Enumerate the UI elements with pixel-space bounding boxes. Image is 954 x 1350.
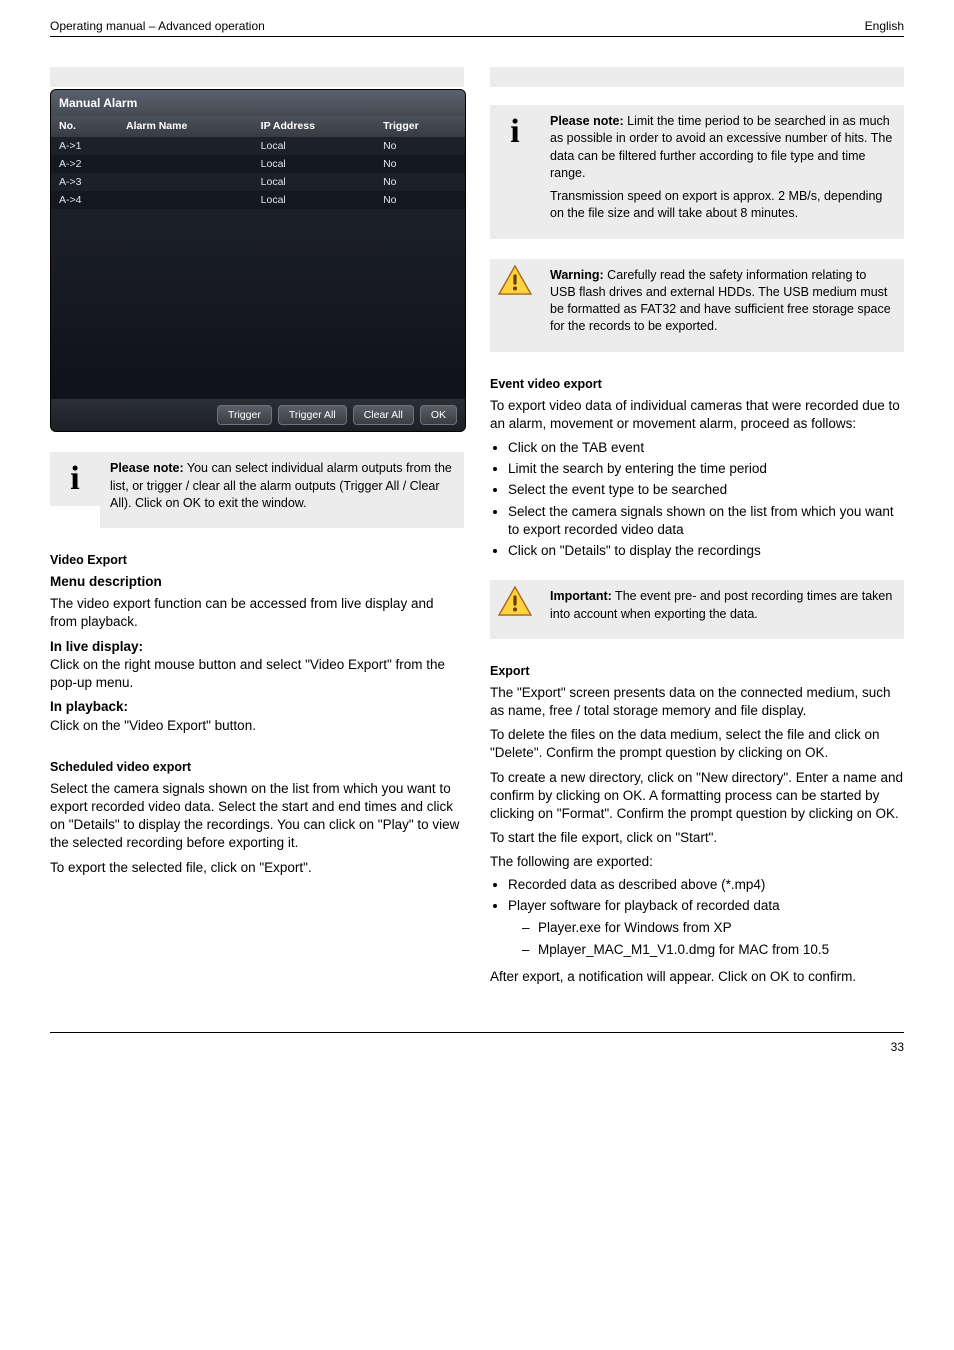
export-p1: The "Export" screen presents data on the… [490,684,904,720]
info-note-right: i Please note: Limit the time period to … [490,105,904,239]
ok-button[interactable]: OK [420,405,457,425]
left-column: Manual Alarm No. Alarm Name IP Address T… [50,67,464,992]
header-rule [50,36,904,37]
list-item: Click on the TAB event [508,439,904,457]
para-live: In live display:Click on the right mouse… [50,638,464,693]
table-row[interactable]: A->4LocalNo [51,191,465,209]
export-after: After export, a notification will appear… [490,968,904,986]
event-export-steps: Click on the TAB event Limit the search … [490,439,904,560]
exported-lead: The following are exported: [490,853,904,871]
warn-title: Warning: [550,268,604,282]
manual-alarm-screenshot: Manual Alarm No. Alarm Name IP Address T… [50,89,464,432]
list-item: Click on "Details" to display the record… [508,542,904,560]
warning-note: Warning: Carefully read the safety infor… [490,259,904,352]
table-empty-area [51,209,465,399]
subsection-menu-desc: Menu description [50,573,464,591]
event-export-intro: To export video data of individual camer… [490,397,904,433]
scheduled-p1: Select the camera signals shown on the l… [50,780,464,853]
para-playback: In playback:Click on the "Video Export" … [50,698,464,734]
manual-alarm-table: No. Alarm Name IP Address Trigger A->1Lo… [51,116,465,209]
export-p3: To create a new directory, click on "New… [490,769,904,824]
trigger-all-button[interactable]: Trigger All [278,405,347,425]
list-item: Limit the search by entering the time pe… [508,460,904,478]
important-title: Important: [550,589,612,603]
page-header: Operating manual – Advanced operation En… [50,18,904,34]
table-row[interactable]: A->2LocalNo [51,155,465,173]
para-access: The video export function can be accesse… [50,595,464,631]
list-item: Player.exe for Windows from XP [522,919,904,937]
list-item: Mplayer_MAC_M1_V1.0.dmg for MAC from 10.… [522,941,904,959]
section-event-export: Event video export [490,376,904,393]
col-trigger: Trigger [375,116,465,136]
list-item: Recorded data as described above (*.mp4) [508,876,904,894]
list-item: Player software for playback of recorded… [508,897,904,960]
section-export: Export [490,663,904,680]
section-scheduled: Scheduled video export [50,759,464,776]
header-right: English [865,18,904,34]
scheduled-p2: To export the selected file, click on "E… [50,859,464,877]
col-no: No. [51,116,118,136]
info-icon: i [70,462,79,496]
right-shade-top [490,67,904,87]
info-note: i Please note: You can select individual… [50,452,464,528]
right-column: i Please note: Limit the time period to … [490,67,904,992]
left-shade-top [50,67,464,87]
page-footer: 33 [50,1032,904,1055]
exported-list: Recorded data as described above (*.mp4)… [490,876,904,960]
clear-all-button[interactable]: Clear All [353,405,414,425]
col-ip: IP Address [253,116,375,136]
section-video-export: Video Export [50,552,464,569]
important-note: Important: The event pre- and post recor… [490,580,904,639]
caution-icon [498,265,532,295]
table-row[interactable]: A->1LocalNo [51,137,465,155]
table-row[interactable]: A->3LocalNo [51,173,465,191]
page-number: 33 [891,1039,904,1055]
list-item: Select the event type to be searched [508,481,904,499]
dialog-title: Manual Alarm [51,90,465,116]
note-title: Please note: [110,461,184,475]
info-icon: i [510,115,519,149]
export-p4: To start the file export, click on "Star… [490,829,904,847]
col-alarm-name: Alarm Name [118,116,253,136]
note-title: Please note: [550,114,624,128]
trigger-button[interactable]: Trigger [217,405,272,425]
list-item: Select the camera signals shown on the l… [508,503,904,539]
note-body2: Transmission speed on export is approx. … [550,188,894,223]
caution-icon [498,586,532,616]
export-p2: To delete the files on the data medium, … [490,726,904,762]
header-left: Operating manual – Advanced operation [50,18,265,34]
